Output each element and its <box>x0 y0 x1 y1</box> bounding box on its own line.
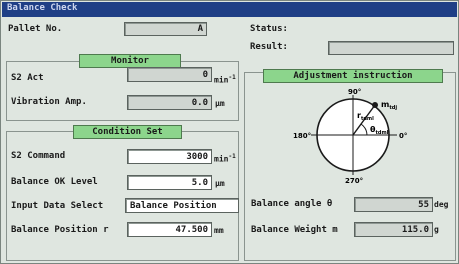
balance-position-label: Balance Position r <box>11 225 109 235</box>
monitor-header: Monitor <box>79 54 181 68</box>
vibration-field: 0.0 <box>127 95 212 110</box>
input-select-value: Balance Position <box>130 201 217 211</box>
balance-position-unit: mm <box>214 226 224 235</box>
status-label: Status: <box>250 24 288 34</box>
condition-header: Condition Set <box>73 125 182 139</box>
balance-ok-value: 5.0 <box>191 178 208 188</box>
balance-weight-field: 115.0 <box>354 222 433 237</box>
weight-dot <box>372 102 378 108</box>
balance-check-window: Balance Check Pallet No. A Status: Resul… <box>0 0 459 264</box>
pallet-field: A <box>124 22 207 36</box>
label-90: 90° <box>348 88 361 96</box>
balance-angle-value: 55 <box>418 200 429 210</box>
balance-diagram: 90° 180° 0° 270° mtdj rtdml θtdml <box>293 88 407 185</box>
label-180: 180° <box>293 132 311 140</box>
balance-position-input[interactable]: 47.500 <box>127 222 212 237</box>
label-0: 0° <box>399 132 407 140</box>
result-field <box>328 41 454 55</box>
balance-weight-value: 115.0 <box>401 225 429 235</box>
title-bar: Balance Check <box>2 2 457 17</box>
balance-weight-unit: g <box>434 225 439 234</box>
s2-command-value: 3000 <box>186 152 208 162</box>
balance-ok-unit: μm <box>215 179 225 188</box>
window-title: Balance Check <box>7 3 78 13</box>
s2-act-label: S2 Act <box>11 73 44 83</box>
pallet-label: Pallet No. <box>8 24 63 34</box>
label-weight: mtdj <box>381 100 397 111</box>
s2-command-input[interactable]: 3000 <box>127 149 212 164</box>
result-label: Result: <box>250 42 288 52</box>
s2-command-label: S2 Command <box>11 151 66 161</box>
balance-ok-input[interactable]: 5.0 <box>127 175 212 190</box>
balance-angle-field: 55 <box>354 197 433 212</box>
adjustment-header: Adjustment instruction <box>263 69 443 83</box>
label-270: 270° <box>345 177 363 185</box>
vibration-unit: μm <box>215 99 225 108</box>
input-select-label: Input Data Select <box>11 201 104 211</box>
pallet-value: A <box>197 24 203 34</box>
vibration-label: Vibration Amp. <box>11 97 87 107</box>
balance-ok-label: Balance OK Level <box>11 177 98 187</box>
balance-angle-label: Balance angle θ <box>251 199 333 209</box>
balance-weight-label: Balance Weight m <box>251 225 338 235</box>
balance-position-value: 47.500 <box>175 225 208 235</box>
input-data-select[interactable]: Balance Position <box>125 198 239 213</box>
s2-act-unit: min-1 <box>214 74 236 85</box>
s2-act-field: 0 <box>127 67 212 82</box>
s2-command-unit: min-1 <box>214 153 236 164</box>
balance-angle-unit: deg <box>434 200 449 209</box>
s2-act-value: 0 <box>202 70 208 80</box>
vibration-value: 0.0 <box>191 98 208 108</box>
